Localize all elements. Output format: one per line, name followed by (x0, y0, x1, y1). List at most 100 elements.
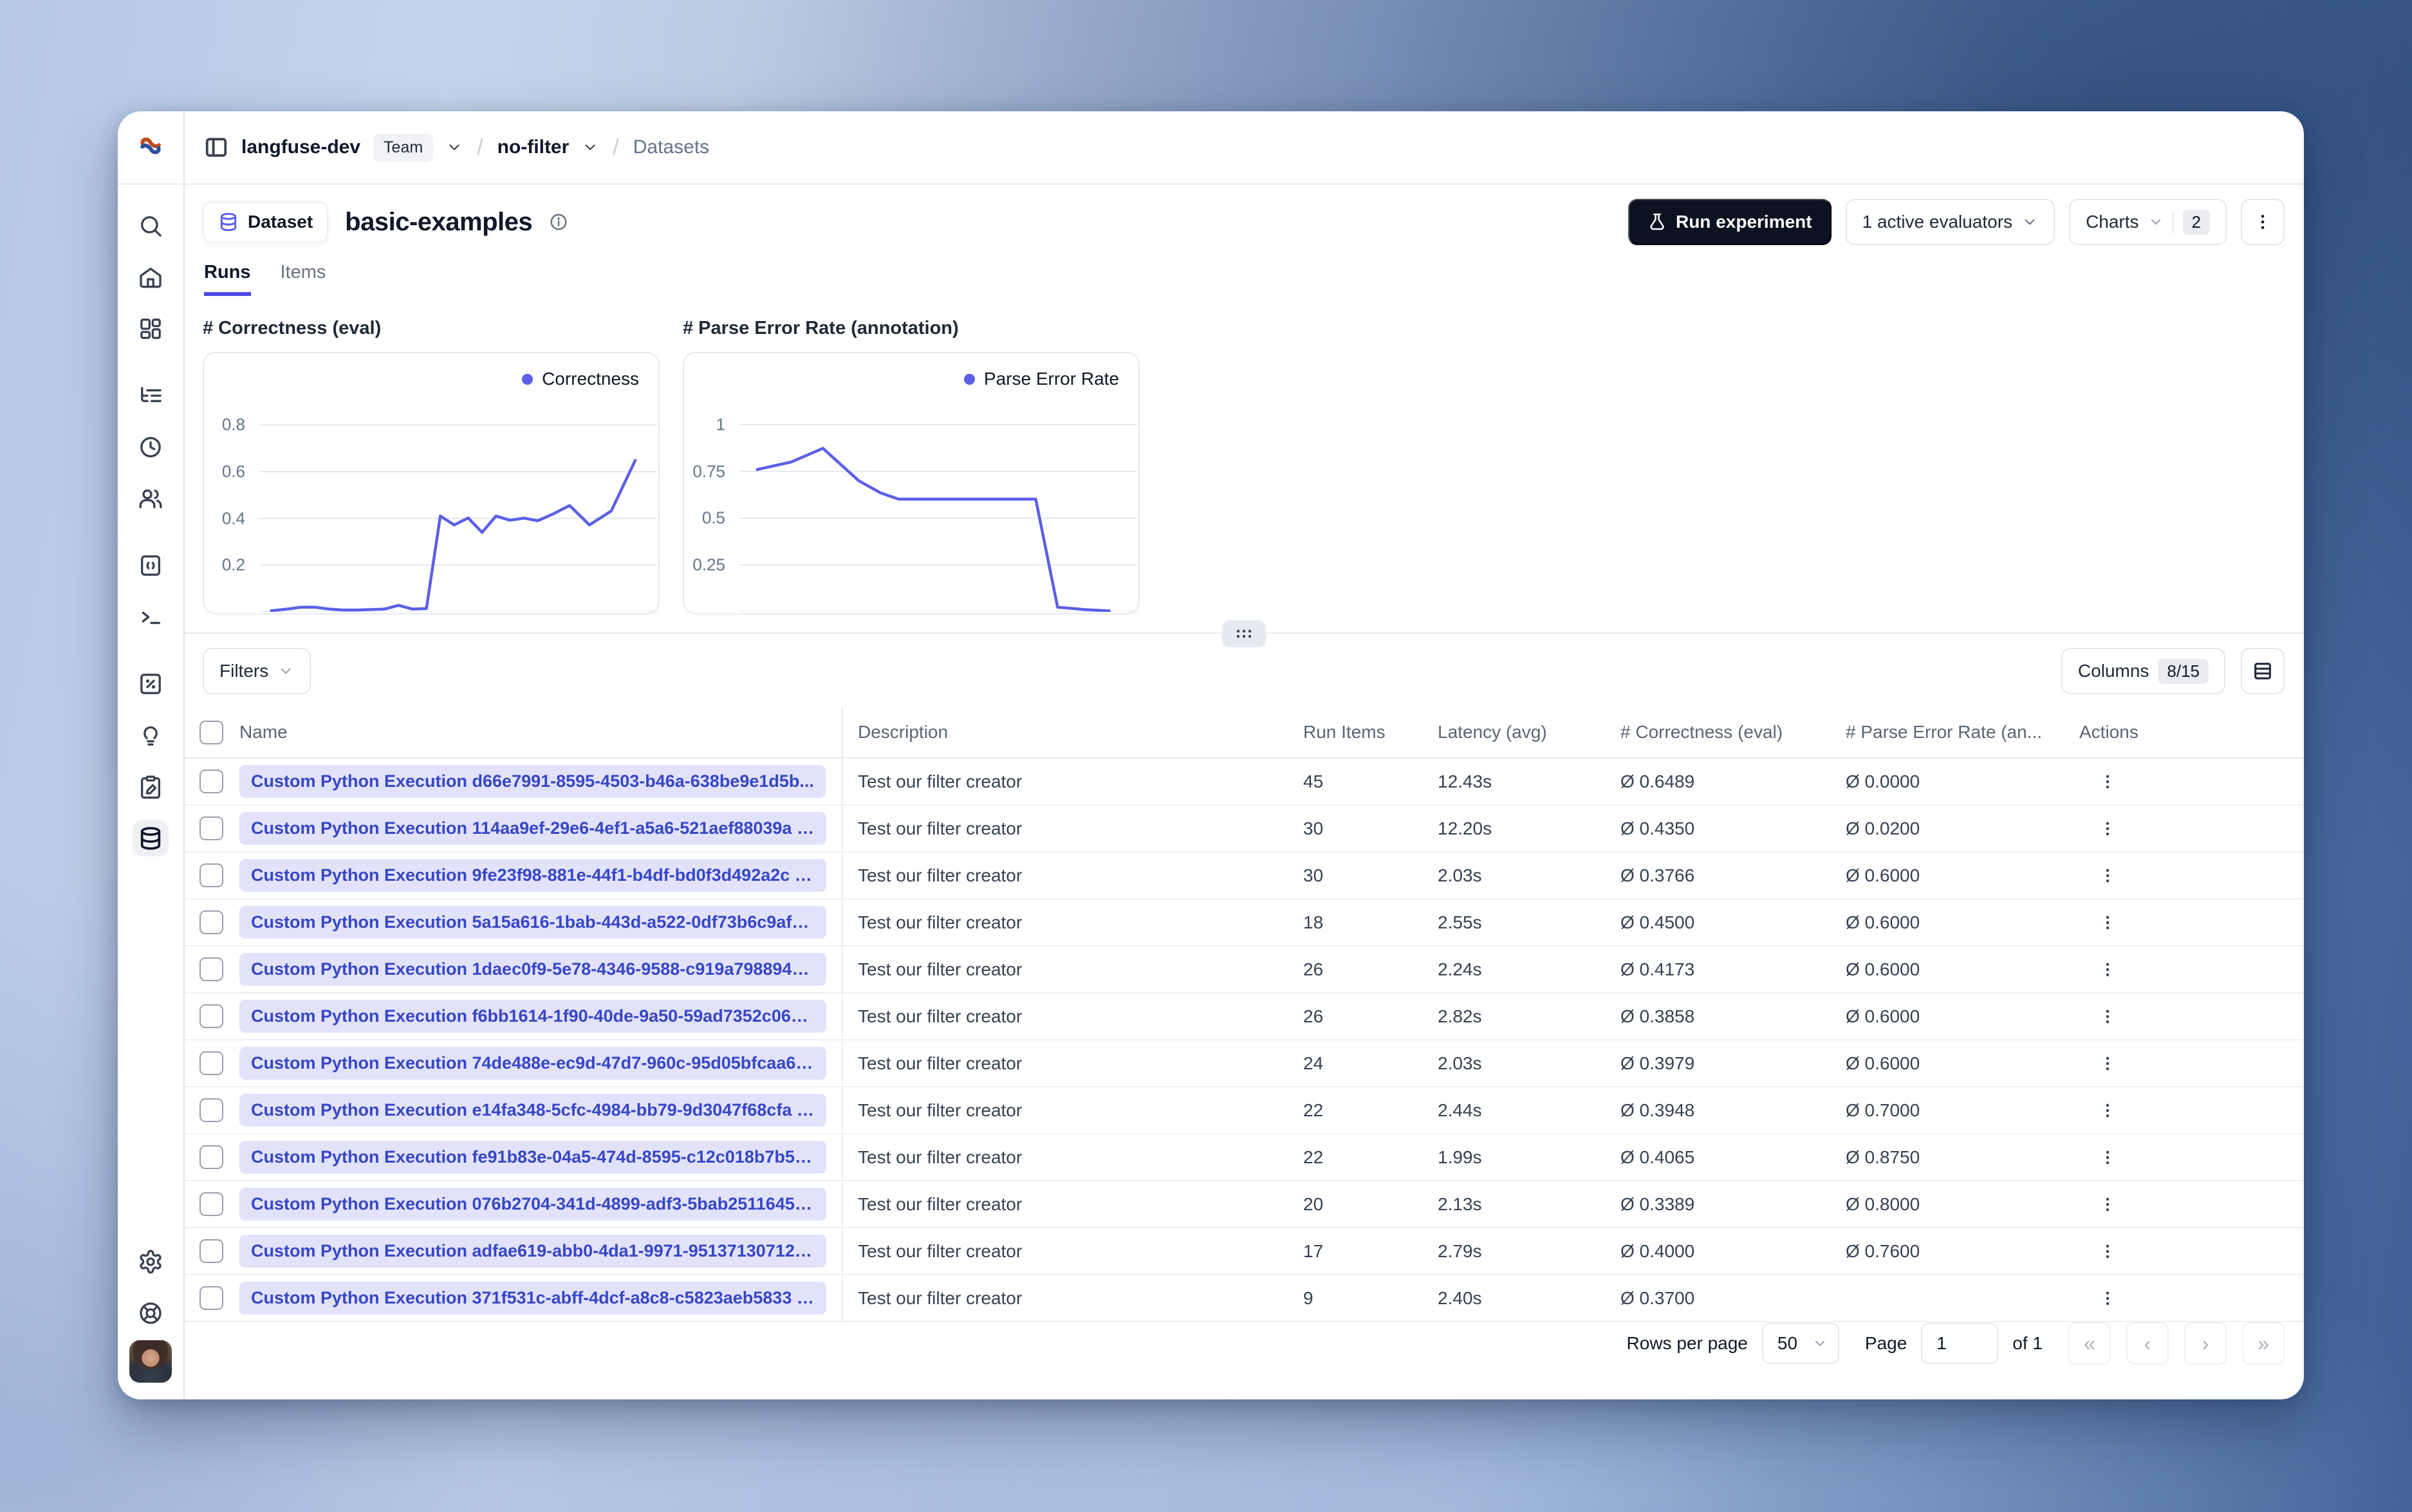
row-checkbox[interactable] (199, 1051, 223, 1075)
row-checkbox[interactable] (199, 1098, 223, 1122)
user-avatar[interactable] (129, 1340, 172, 1383)
row-checkbox[interactable] (199, 957, 223, 981)
row-checkbox[interactable] (199, 910, 223, 934)
chart-title-correctness: # Correctness (eval) (203, 318, 382, 338)
row-actions-menu-button[interactable] (2092, 1095, 2123, 1126)
row-checkbox[interactable] (199, 1004, 223, 1028)
row-height-button[interactable] (2241, 648, 2285, 694)
sidebar-item-users[interactable] (133, 481, 169, 517)
sidebar-item-support[interactable] (133, 1295, 169, 1331)
sidebar-item-sessions[interactable] (133, 429, 169, 465)
run-description: Test our filter creator (858, 1240, 1023, 1261)
run-name-link[interactable]: Custom Python Execution e14fa348-5cfc-49… (239, 1094, 826, 1127)
column-header-parse-error[interactable]: # Parse Error Rate (an... (1846, 722, 2079, 742)
run-name-link[interactable]: Custom Python Execution 9fe23f98-881e-44… (239, 859, 826, 892)
row-actions-menu-button[interactable] (2092, 1001, 2123, 1032)
sidebar-item-search[interactable] (133, 208, 169, 244)
run-correctness-avg: Ø 0.3948 (1620, 1100, 1695, 1120)
first-page-button[interactable]: « (2068, 1322, 2111, 1365)
page-number-input[interactable] (1921, 1323, 1999, 1364)
resize-drag-handle[interactable] (1222, 620, 1266, 647)
run-description: Test our filter creator (858, 1006, 1023, 1026)
sidebar-item-home[interactable] (133, 259, 169, 295)
column-header-correctness[interactable]: # Correctness (eval) (1620, 722, 1846, 742)
run-items-count: 22 (1303, 1100, 1324, 1120)
chart-title-parse-error: # Parse Error Rate (annotation) (683, 318, 959, 338)
row-actions-menu-button[interactable] (2092, 1048, 2123, 1079)
sidebar-item-tracing[interactable] (133, 378, 169, 414)
row-actions-menu-button[interactable] (2092, 1189, 2123, 1220)
legend-dot (522, 373, 533, 385)
table-row: Custom Python Execution 371f531c-abff-4d… (185, 1275, 2304, 1322)
run-name-link[interactable]: Custom Python Execution f6bb1614-1f90-40… (239, 1000, 826, 1033)
active-evaluators-dropdown[interactable]: 1 active evaluators (1845, 199, 2055, 245)
column-header-description[interactable]: Description (843, 722, 1303, 742)
last-page-button[interactable]: » (2242, 1322, 2285, 1365)
row-checkbox[interactable] (199, 863, 223, 887)
run-correctness-avg: Ø 0.3979 (1620, 1053, 1695, 1073)
run-correctness-avg: Ø 0.3858 (1620, 1006, 1695, 1026)
rows-per-page-select[interactable]: 50 (1761, 1323, 1839, 1364)
charts-dropdown[interactable]: Charts 2 (2069, 199, 2227, 245)
run-name-link[interactable]: Custom Python Execution 5a15a616-1bab-44… (239, 906, 826, 939)
run-correctness-avg: Ø 0.3389 (1620, 1194, 1695, 1214)
table-body: Custom Python Execution d66e7991-8595-45… (185, 759, 2304, 1322)
row-actions-menu-button[interactable] (2092, 766, 2123, 797)
breadcrumb-project[interactable]: no-filter (497, 136, 570, 158)
row-actions-menu-button[interactable] (2092, 1142, 2123, 1173)
home-icon (140, 268, 162, 288)
more-actions-button[interactable] (2241, 199, 2285, 245)
run-name-link[interactable]: Custom Python Execution 74de488e-ec9d-47… (239, 1047, 826, 1080)
charts-count-badge: 2 (2182, 209, 2210, 235)
kebab-menu-icon (2106, 1291, 2110, 1305)
run-name-link[interactable]: Custom Python Execution 114aa9ef-29e6-4e… (239, 812, 826, 845)
row-actions-menu-button[interactable] (2092, 813, 2123, 844)
row-actions-menu-button[interactable] (2092, 1283, 2123, 1314)
run-name-link[interactable]: Custom Python Execution d66e7991-8595-45… (239, 765, 826, 798)
sidebar-item-dashboards[interactable] (133, 311, 169, 347)
run-name-link[interactable]: Custom Python Execution 371f531c-abff-4d… (239, 1282, 826, 1314)
sidebar-item-settings[interactable] (133, 1244, 169, 1280)
column-header-name[interactable]: Name (239, 707, 843, 757)
sidebar-toggle-icon[interactable] (204, 135, 228, 160)
row-actions-menu-button[interactable] (2092, 1236, 2123, 1267)
run-experiment-button[interactable]: Run experiment (1628, 199, 1832, 245)
select-all-checkbox[interactable] (199, 720, 223, 744)
run-name-link[interactable]: Custom Python Execution 1daec0f9-5e78-43… (239, 953, 826, 986)
run-parse-error-avg: Ø 0.0000 (1846, 771, 1920, 791)
column-header-latency[interactable]: Latency (avg) (1438, 722, 1620, 742)
sidebar-item-playground[interactable] (133, 599, 169, 635)
run-name-link[interactable]: Custom Python Execution fe91b83e-04a5-47… (239, 1141, 826, 1174)
org-chevron-down-icon[interactable] (446, 139, 463, 156)
tab-runs[interactable]: Runs (204, 262, 251, 296)
chart-legend: Correctness (522, 369, 639, 389)
sidebar-item-prompts[interactable] (133, 548, 169, 584)
row-checkbox[interactable] (199, 1192, 223, 1216)
row-checkbox[interactable] (199, 1239, 223, 1263)
tab-items[interactable]: Items (281, 262, 326, 296)
info-icon[interactable] (549, 212, 568, 232)
row-actions-menu-button[interactable] (2092, 954, 2123, 985)
columns-button[interactable]: Columns 8/15 (2061, 648, 2225, 694)
row-actions-menu-button[interactable] (2092, 907, 2123, 938)
run-name-link[interactable]: Custom Python Execution adfae619-abb0-4d… (239, 1235, 826, 1268)
previous-page-button[interactable]: ‹ (2126, 1322, 2169, 1365)
row-actions-menu-button[interactable] (2092, 860, 2123, 891)
row-checkbox[interactable] (199, 770, 223, 793)
column-header-run-items[interactable]: Run Items (1303, 722, 1438, 742)
row-checkbox[interactable] (199, 1145, 223, 1169)
sidebar-item-annotation[interactable] (133, 769, 169, 805)
sidebar-item-datasets[interactable] (133, 820, 169, 856)
project-chevron-down-icon[interactable] (582, 139, 598, 156)
row-checkbox[interactable] (199, 816, 223, 840)
sidebar-item-llm-judge[interactable] (133, 717, 169, 753)
breadcrumb-section[interactable]: Datasets (633, 136, 709, 158)
run-name-link[interactable]: Custom Python Execution 076b2704-341d-48… (239, 1188, 826, 1221)
breadcrumb-org[interactable]: langfuse-dev (241, 136, 360, 158)
sidebar-item-evaluators[interactable] (133, 666, 169, 702)
filters-button[interactable]: Filters (203, 648, 311, 694)
row-checkbox[interactable] (199, 1286, 223, 1310)
next-page-button[interactable]: › (2184, 1322, 2227, 1365)
columns-count-badge: 8/15 (2158, 658, 2209, 684)
charts-section: # Correctness (eval) Correctness 0.2 0.4 0… (185, 296, 2304, 614)
